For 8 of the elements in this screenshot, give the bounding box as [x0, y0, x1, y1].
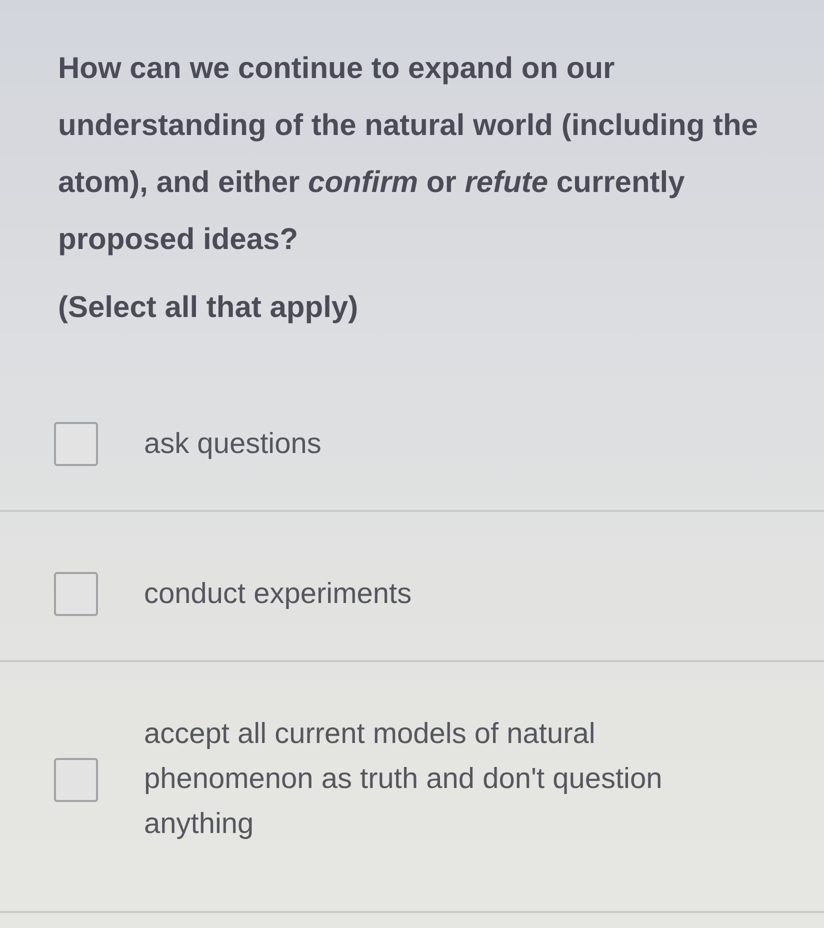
question-text: How can we continue to expand on our understanding of the natural world (including the atom), and either confirm or refute currently proposed ideas? — [58, 51, 759, 258]
instruction-text: (Select all that apply) — [58, 290, 358, 326]
checkbox[interactable] — [54, 572, 98, 616]
option-label: accept all current models of natural phenomenon as truth and don't question anything — [144, 717, 664, 842]
option-label: conduct experiments — [144, 576, 412, 612]
checkbox[interactable] — [54, 758, 98, 802]
checkbox[interactable] — [54, 422, 98, 466]
option-label: ask questions — [144, 426, 322, 462]
